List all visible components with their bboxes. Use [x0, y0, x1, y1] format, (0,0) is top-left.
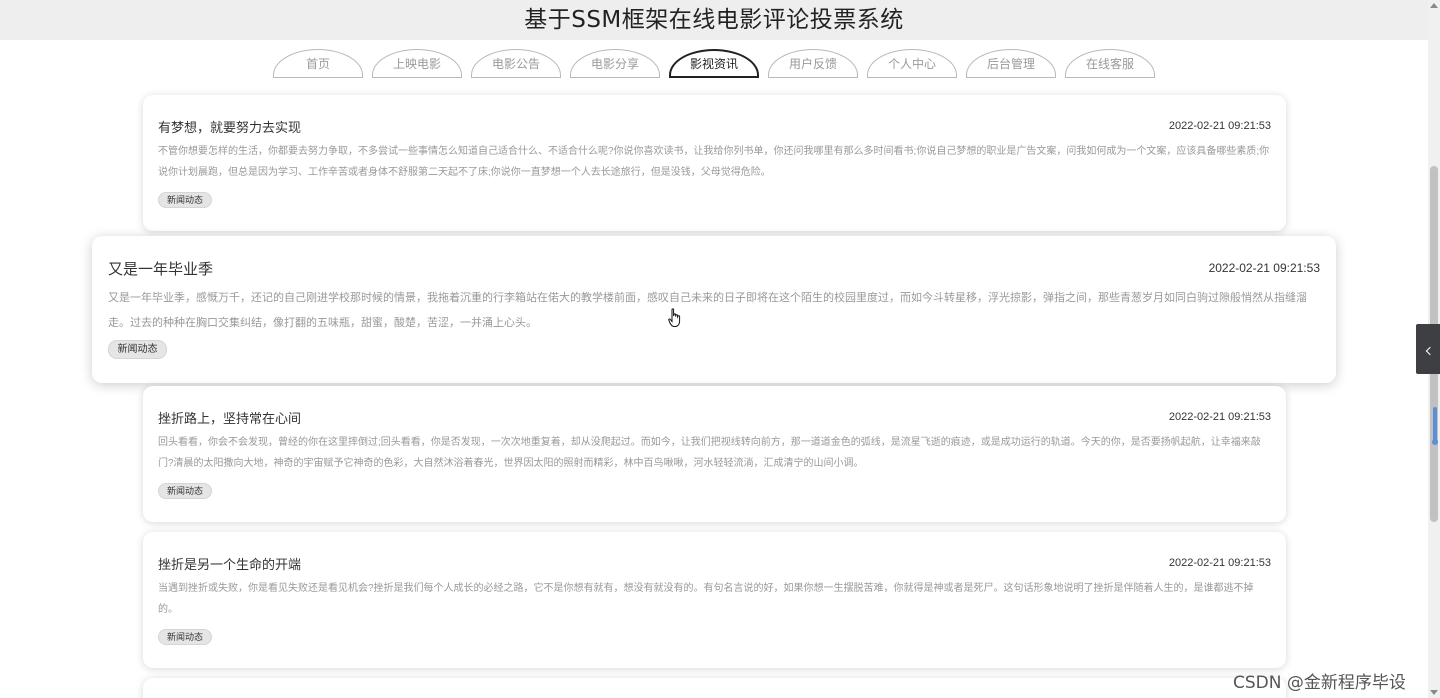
site-header: 基于SSM框架在线电影评论投票系统 — [0, 0, 1428, 40]
nav-tab-profile[interactable]: 个人中心 — [867, 49, 957, 78]
watermark: CSDN @金新程序毕设 — [1233, 673, 1406, 693]
nav-tab-admin[interactable]: 后台管理 — [966, 49, 1056, 78]
news-card-partial[interactable] — [143, 678, 1286, 698]
news-title: 又是一年毕业季 — [108, 261, 214, 278]
sidebar-toggle-button[interactable] — [1416, 324, 1440, 374]
nav-tab-movie-share[interactable]: 电影分享 — [570, 49, 660, 78]
news-tag: 新闻动态 — [108, 340, 167, 359]
news-date: 2022-02-21 09:21:53 — [1168, 557, 1271, 569]
thermometer-icon — [1432, 407, 1438, 447]
scroll-down-arrow-icon[interactable] — [1430, 690, 1438, 695]
news-title: 有梦想，就要努力去实现 — [158, 120, 302, 135]
nav-tab-home[interactable]: 首页 — [273, 49, 363, 78]
news-card[interactable]: 挫折路上，坚持常在心间 2022-02-21 09:21:53 回头看看，你会不… — [143, 386, 1286, 522]
hand-pointer-icon — [668, 308, 681, 327]
news-title: 挫折是另一个生命的开端 — [158, 557, 302, 572]
news-summary: 回头看看，你会不会发现，曾经的你在这里摔倒过;回头看看，你是否发现，一次次地重复… — [158, 437, 1261, 469]
news-date: 2022-02-21 09:21:53 — [1208, 261, 1320, 275]
nav-tab-now-showing[interactable]: 上映电影 — [372, 49, 462, 78]
nav-tab-customer-service[interactable]: 在线客服 — [1065, 49, 1155, 78]
chevron-left-icon — [1425, 346, 1434, 356]
news-summary: 当遇到挫折或失败，你是看见失败还是看见机会?挫折是我们每个人成长的必经之路，它不… — [158, 583, 1254, 615]
news-card-hovered[interactable]: 又是一年毕业季 2022-02-21 09:21:53 又是一年毕业季，感慨万千… — [92, 236, 1336, 383]
scroll-up-arrow-icon[interactable] — [1430, 3, 1438, 8]
news-tag: 新闻动态 — [158, 192, 212, 208]
news-card[interactable]: 有梦想，就要努力去实现 2022-02-21 09:21:53 不管你想要怎样的… — [143, 95, 1286, 231]
news-date: 2022-02-21 09:21:53 — [1168, 120, 1271, 132]
news-summary: 又是一年毕业季，感慨万千，还记的自己刚进学校那时候的情景，我拖着沉重的行李箱站在… — [108, 292, 1307, 329]
news-summary: 不管你想要怎样的生活，你都要去努力争取，不多尝试一些事情怎么知道自己适合什么、不… — [158, 146, 1270, 178]
news-card[interactable]: 挫折是另一个生命的开端 2022-02-21 09:21:53 当遇到挫折或失败… — [143, 532, 1286, 668]
nav-tab-feedback[interactable]: 用户反馈 — [768, 49, 858, 78]
nav-tab-announcements[interactable]: 电影公告 — [471, 49, 561, 78]
news-date: 2022-02-21 09:21:53 — [1168, 411, 1271, 423]
site-title: 基于SSM框架在线电影评论投票系统 — [524, 7, 904, 33]
news-title: 挫折路上，坚持常在心间 — [158, 411, 302, 426]
main-nav: 首页 上映电影 电影公告 电影分享 影视资讯 用户反馈 个人中心 后台管理 在线… — [0, 49, 1428, 79]
nav-tab-news[interactable]: 影视资讯 — [669, 49, 759, 78]
news-tag: 新闻动态 — [158, 629, 212, 645]
news-tag: 新闻动态 — [158, 483, 212, 499]
